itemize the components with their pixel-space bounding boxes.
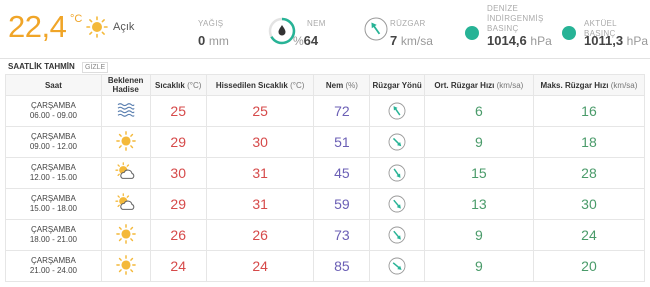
humidity-value: %64 <box>293 33 319 48</box>
weather-event-cell <box>100 188 151 220</box>
wind-direction-icon <box>388 102 406 120</box>
wind-value: 7 km/sa <box>390 33 433 48</box>
actual-pressure-indicator-icon <box>562 26 576 40</box>
sea-pressure-indicator-icon <box>465 26 479 40</box>
wind-compass-icon <box>364 17 388 41</box>
haze-icon <box>116 102 136 121</box>
current-temperature: 22,4 <box>8 9 67 44</box>
temp-cell: 30 <box>149 157 207 189</box>
wind-direction-cell <box>369 126 425 158</box>
table-row: ÇARŞAMBA 18.00 - 21.00 26 26 73 9 24 <box>5 219 646 251</box>
partly-cloudy-icon <box>115 161 137 185</box>
feels-like-cell: 30 <box>205 126 315 158</box>
wind-direction-cell <box>369 157 425 189</box>
col-feels: Hissedilen Sıcaklık (°C) <box>205 74 315 96</box>
wind-direction-icon <box>388 195 406 213</box>
sun-icon <box>115 223 136 247</box>
wind-direction-cell <box>369 219 425 251</box>
feels-like-cell: 24 <box>205 250 315 282</box>
feels-like-cell: 31 <box>205 188 315 220</box>
sun-icon <box>86 16 108 38</box>
avg-wind-cell: 15 <box>423 157 534 189</box>
wind-direction-icon <box>388 226 406 244</box>
weather-event-cell <box>100 157 151 189</box>
feels-like-cell: 31 <box>205 157 315 189</box>
avg-wind-cell: 13 <box>423 188 534 220</box>
actual-pressure-value: 1011,3 hPa <box>584 33 649 48</box>
temperature-unit: °C <box>70 13 83 25</box>
max-wind-cell: 24 <box>532 219 646 251</box>
feels-like-cell: 25 <box>205 95 315 127</box>
max-wind-cell: 30 <box>532 188 646 220</box>
sun-icon <box>115 254 136 278</box>
col-event: Beklenen Hadise <box>100 74 151 96</box>
weather-event-cell <box>100 126 151 158</box>
col-temp: Sıcaklık (°C) <box>149 74 207 96</box>
table-row: ÇARŞAMBA 06.00 - 09.00 25 25 72 6 16 <box>5 95 646 127</box>
wind-direction-icon <box>388 133 406 151</box>
sea-pressure-label: DENİZE İNDİRGENMİŞ BASINÇ <box>487 4 544 33</box>
partly-cloudy-icon <box>115 192 137 216</box>
temp-cell: 26 <box>149 219 207 251</box>
precip-value: 0 mm <box>198 33 229 48</box>
max-wind-cell: 28 <box>532 157 646 189</box>
humidity-cell: 45 <box>313 157 371 189</box>
time-cell: ÇARŞAMBA 06.00 - 09.00 <box>5 95 102 127</box>
wind-direction-cell <box>369 188 425 220</box>
sun-icon <box>115 130 136 154</box>
temp-cell: 29 <box>149 126 207 158</box>
table-header-row: Saat Beklenen Hadise Sıcaklık (°C) Hisse… <box>5 74 646 96</box>
humidity-label: NEM <box>307 19 326 28</box>
wind-direction-icon <box>388 164 406 182</box>
humidity-cell: 51 <box>313 126 371 158</box>
feels-like-cell: 26 <box>205 219 315 251</box>
time-cell: ÇARŞAMBA 12.00 - 15.00 <box>5 157 102 189</box>
weather-event-cell <box>100 219 151 251</box>
table-row: ÇARŞAMBA 12.00 - 15.00 30 31 45 15 28 <box>5 157 646 189</box>
humidity-cell: 85 <box>313 250 371 282</box>
table-row: ÇARŞAMBA 21.00 - 24.00 24 24 85 9 20 <box>5 250 646 282</box>
hourly-forecast-table: Saat Beklenen Hadise Sıcaklık (°C) Hisse… <box>5 74 646 282</box>
col-humidity: Nem (%) <box>313 74 371 96</box>
weather-event-cell <box>100 95 151 127</box>
time-cell: ÇARŞAMBA 18.00 - 21.00 <box>5 219 102 251</box>
table-row: ÇARŞAMBA 09.00 - 12.00 29 30 51 9 18 <box>5 126 646 158</box>
time-cell: ÇARŞAMBA 09.00 - 12.00 <box>5 126 102 158</box>
time-cell: ÇARŞAMBA 15.00 - 18.00 <box>5 188 102 220</box>
sea-pressure-value: 1014,6 hPa <box>487 33 552 48</box>
col-max-wind: Maks. Rüzgar Hızı (km/sa) <box>532 74 646 96</box>
humidity-gauge-icon <box>268 17 296 45</box>
avg-wind-cell: 6 <box>423 95 534 127</box>
precip-label: YAĞIŞ <box>198 19 224 28</box>
max-wind-cell: 16 <box>532 95 646 127</box>
temp-cell: 25 <box>149 95 207 127</box>
weather-event-cell <box>100 250 151 282</box>
max-wind-cell: 18 <box>532 126 646 158</box>
wind-label: RÜZGAR <box>390 19 426 28</box>
col-time: Saat <box>5 74 102 96</box>
time-cell: ÇARŞAMBA 21.00 - 24.00 <box>5 250 102 282</box>
temp-cell: 24 <box>149 250 207 282</box>
col-wind-dir: Rüzgar Yönü <box>369 74 425 96</box>
max-wind-cell: 20 <box>532 250 646 282</box>
avg-wind-cell: 9 <box>423 126 534 158</box>
hide-button[interactable]: GİZLE <box>82 62 109 73</box>
temp-cell: 29 <box>149 188 207 220</box>
wind-direction-icon <box>388 257 406 275</box>
humidity-cell: 59 <box>313 188 371 220</box>
humidity-cell: 73 <box>313 219 371 251</box>
current-conditions-bar: 22,4 °C Açık YAĞIŞ 0 mm NEM %64 RÜZGAR 7… <box>0 0 650 55</box>
table-row: ÇARŞAMBA 15.00 - 18.00 29 31 59 13 30 <box>5 188 646 220</box>
wind-direction-cell <box>369 95 425 127</box>
avg-wind-cell: 9 <box>423 250 534 282</box>
avg-wind-cell: 9 <box>423 219 534 251</box>
humidity-cell: 72 <box>313 95 371 127</box>
wind-direction-cell <box>369 250 425 282</box>
condition-label: Açık <box>113 21 135 33</box>
col-avg-wind: Ort. Rüzgar Hızı (km/sa) <box>423 74 534 96</box>
hourly-forecast-title: SAATLİK TAHMİN <box>8 62 75 71</box>
